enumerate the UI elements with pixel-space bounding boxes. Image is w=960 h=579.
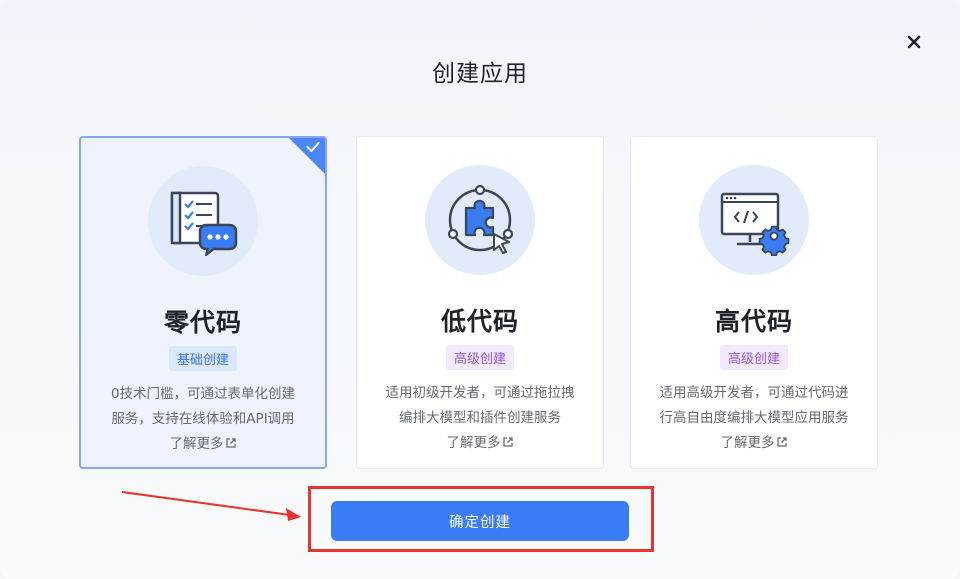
desc-line: 适用初级开发者，可通过拖拉拽 — [385, 385, 575, 401]
external-link-icon — [225, 438, 236, 448]
code-monitor-icon — [699, 165, 809, 275]
confirm-create-button[interactable]: 确定创建 — [331, 501, 629, 541]
dialog-title: 创建应用 — [432, 61, 528, 87]
close-button[interactable] — [902, 30, 926, 54]
learn-more-link[interactable]: 了解更多 — [371, 431, 589, 456]
puzzle-icon — [425, 165, 535, 275]
external-link-icon — [502, 437, 513, 447]
card-zero-code[interactable]: 零代码 基础创建 0技术门槛，可通过表单化创建 服务，支持在线体验和API调用 … — [79, 136, 327, 469]
card-description: 0技术门槛，可通过表单化创建 服务，支持在线体验和API调用 了解更多 — [95, 382, 311, 457]
card-badge: 高级创建 — [445, 345, 515, 370]
card-title: 高代码 — [714, 307, 793, 336]
card-low-code[interactable]: 低代码 高级创建 适用初级开发者，可通过拖拉拽 编排大模型和插件创建服务 了解更… — [356, 136, 604, 469]
card-high-code[interactable]: 高代码 高级创建 适用高级开发者，可通过代码进 行高自由度编排大模型应用服务 了… — [630, 136, 878, 469]
card-description: 适用高级开发者，可通过代码进 行高自由度编排大模型应用服务 了解更多 — [645, 381, 863, 456]
desc-line: 适用高级开发者，可通过代码进 — [659, 385, 849, 401]
learn-more-link[interactable]: 了解更多 — [95, 432, 311, 457]
card-badge: 高级创建 — [719, 345, 789, 370]
card-badge: 基础创建 — [168, 346, 238, 371]
create-app-dialog: 创建应用 零代码 基础创建 0技术门槛，可通过表单化创建 服务，支持在线体验和A… — [0, 0, 960, 579]
close-icon — [907, 35, 921, 49]
card-description: 适用初级开发者，可通过拖拉拽 编排大模型和插件创建服务 了解更多 — [371, 381, 589, 456]
desc-line: 0技术门槛，可通过表单化创建 — [110, 386, 296, 402]
check-icon — [306, 142, 320, 152]
learn-more-label: 了解更多 — [446, 435, 501, 451]
card-title: 低代码 — [440, 307, 519, 336]
annotation-arrow-icon — [121, 491, 301, 521]
learn-more-label: 了解更多 — [169, 436, 224, 452]
external-link-icon — [776, 437, 787, 447]
card-title: 零代码 — [163, 308, 242, 337]
desc-line: 服务，支持在线体验和API调用 — [111, 411, 295, 427]
desc-line: 行高自由度编排大模型应用服务 — [659, 410, 849, 426]
learn-more-link[interactable]: 了解更多 — [645, 431, 863, 456]
learn-more-label: 了解更多 — [720, 435, 775, 451]
desc-line: 编排大模型和插件创建服务 — [399, 410, 561, 426]
form-chat-icon — [148, 166, 258, 276]
